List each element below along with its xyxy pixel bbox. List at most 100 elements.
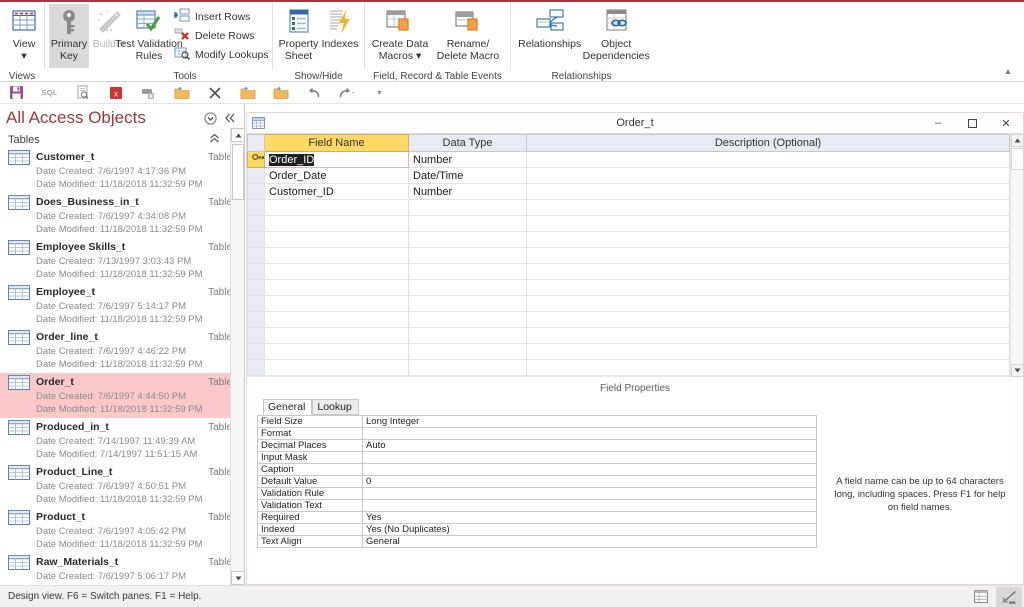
table-row-empty[interactable] xyxy=(247,263,1010,280)
table-row-empty[interactable] xyxy=(247,199,1010,216)
row-selector[interactable] xyxy=(247,295,265,312)
table-row-empty[interactable] xyxy=(247,215,1010,232)
grid-vertical-scrollbar[interactable] xyxy=(1010,134,1024,377)
table-row-empty[interactable] xyxy=(247,359,1010,376)
cell-data-type[interactable] xyxy=(408,359,527,376)
property-value[interactable]: Auto xyxy=(362,439,817,452)
primary-key-button[interactable]: Primary Key xyxy=(49,4,89,68)
property-sheet-button[interactable]: Property Sheet xyxy=(277,4,320,68)
navigation-group-header-tables[interactable]: Tables xyxy=(0,132,244,148)
cell-field-name[interactable] xyxy=(264,327,409,344)
save-button[interactable] xyxy=(0,83,33,103)
table-row-empty[interactable] xyxy=(247,279,1010,296)
cell-data-type[interactable] xyxy=(408,327,527,344)
cell-field-name[interactable] xyxy=(264,199,409,216)
modify-lookups-button[interactable]: Modify Lookups xyxy=(169,45,274,64)
nav-item-raw_materials_t[interactable]: Raw_Materials_t Table Date Created: 7/6/19… xyxy=(0,553,244,585)
property-value[interactable] xyxy=(362,487,817,500)
cell-description[interactable] xyxy=(526,359,1010,376)
row-selector[interactable] xyxy=(247,199,265,216)
cell-description[interactable] xyxy=(526,295,1010,312)
grid-scroll-down-button[interactable] xyxy=(1011,364,1024,377)
delete-rows-button[interactable]: Delete Rows xyxy=(169,26,274,45)
redo-button[interactable] xyxy=(330,83,363,103)
new-folder-button[interactable] xyxy=(165,83,198,103)
datasheet-view-button[interactable] xyxy=(968,587,994,607)
property-value[interactable]: Yes (No Duplicates) xyxy=(362,523,817,536)
cell-description[interactable] xyxy=(526,279,1010,296)
cell-field-name[interactable] xyxy=(264,343,409,360)
grid-body[interactable]: Order_ID Number Order_Date Date/Time Custome… xyxy=(247,151,1010,376)
row-selector[interactable] xyxy=(247,247,265,264)
cell-data-type[interactable] xyxy=(408,263,527,280)
table-row-empty[interactable] xyxy=(247,295,1010,312)
row-selector[interactable] xyxy=(247,215,265,232)
table-row[interactable]: Order_ID Number xyxy=(247,151,1010,168)
cell-data-type[interactable] xyxy=(408,343,527,360)
cell-field-name[interactable] xyxy=(264,215,409,232)
navigation-object-list[interactable]: Customer_t Table Date Created: 7/6/1997 4:… xyxy=(0,148,244,585)
cell-data-type[interactable] xyxy=(408,231,527,248)
cell-data-type[interactable] xyxy=(408,199,527,216)
cell-field-name[interactable] xyxy=(264,295,409,312)
nav-item-employee skills_t[interactable]: Employee Skills_t Table Date Created: 7/13… xyxy=(0,238,244,283)
cell-description[interactable] xyxy=(526,263,1010,280)
tab-general[interactable]: General xyxy=(263,399,313,415)
nav-item-produced_in_t[interactable]: Produced_in_t Table Date Created: 7/14/199… xyxy=(0,418,244,463)
cell-data-type[interactable] xyxy=(408,279,527,296)
nav-scroll-up-button[interactable] xyxy=(231,128,244,142)
design-view-button[interactable] xyxy=(996,586,1022,607)
row-selector[interactable] xyxy=(247,231,265,248)
test-validation-rules-button[interactable]: Test Validation Rules xyxy=(115,4,183,68)
cell-description[interactable] xyxy=(526,247,1010,264)
cell-field-name[interactable]: Order_ID xyxy=(264,151,409,168)
property-value[interactable]: Yes xyxy=(362,511,817,524)
nav-item-order_t[interactable]: Order_t Table Date Created: 7/6/1997 4:44:… xyxy=(0,373,244,418)
customize-qat-button[interactable]: ▾ xyxy=(363,83,396,103)
nav-scroll-down-button[interactable] xyxy=(231,571,244,585)
row-selector[interactable] xyxy=(247,183,265,200)
cell-description[interactable] xyxy=(526,199,1010,216)
column-header-data-type[interactable]: Data Type xyxy=(408,134,527,152)
insert-rows-button[interactable]: Insert Rows xyxy=(169,7,274,26)
cell-description[interactable] xyxy=(526,167,1010,184)
row-selector[interactable] xyxy=(247,327,265,344)
print-preview-button[interactable] xyxy=(66,83,99,103)
nav-item-employee_t[interactable]: Employee_t Table Date Created: 7/6/1997 5:… xyxy=(0,283,244,328)
row-selector[interactable] xyxy=(247,359,265,376)
property-value[interactable] xyxy=(362,499,817,512)
cell-field-name[interactable]: Order_Date xyxy=(264,167,409,184)
cell-description[interactable] xyxy=(526,183,1010,200)
cell-data-type[interactable]: Number xyxy=(408,151,527,168)
row-selector[interactable] xyxy=(247,279,265,296)
collapse-ribbon-button[interactable]: ▴ xyxy=(998,63,1018,79)
cell-field-name[interactable] xyxy=(264,231,409,248)
table-row-empty[interactable] xyxy=(247,311,1010,328)
cell-data-type[interactable] xyxy=(408,295,527,312)
property-value[interactable]: Long Integer xyxy=(362,415,817,428)
table-row-empty[interactable] xyxy=(247,327,1010,344)
cell-data-type[interactable]: Date/Time xyxy=(408,167,527,184)
grid-scroll-up-button[interactable] xyxy=(1011,134,1024,147)
double-chevron-up-icon[interactable] xyxy=(209,133,220,147)
table-row-empty[interactable] xyxy=(247,247,1010,264)
nav-scroll-thumb[interactable] xyxy=(232,144,244,200)
row-selector[interactable] xyxy=(247,311,265,328)
indexes-button[interactable]: Indexes xyxy=(320,4,360,68)
rename-delete-macro-button[interactable]: Rename/ Delete Macro xyxy=(431,4,505,68)
cell-field-name[interactable] xyxy=(264,311,409,328)
close-icon[interactable]: ✕ xyxy=(989,113,1023,133)
nav-item-product_t[interactable]: Product_t Table Date Created: 7/6/1997 4:0… xyxy=(0,508,244,553)
row-selector[interactable] xyxy=(247,151,265,168)
nav-item-order_line_t[interactable]: Order_line_t Table Date Created: 7/6/1997 … xyxy=(0,328,244,373)
export-folder-button[interactable] xyxy=(264,83,297,103)
property-value[interactable] xyxy=(362,451,817,464)
cell-description[interactable] xyxy=(526,151,1010,168)
cell-description[interactable] xyxy=(526,215,1010,232)
field-definition-grid[interactable]: Field Name Data Type Description (Option… xyxy=(247,134,1010,376)
delete-object-button[interactable] xyxy=(132,83,165,103)
cell-description[interactable] xyxy=(526,311,1010,328)
cell-data-type[interactable] xyxy=(408,247,527,264)
relationships-button[interactable]: Relationships xyxy=(515,4,584,68)
sql-view-button[interactable]: SQL xyxy=(33,83,66,103)
